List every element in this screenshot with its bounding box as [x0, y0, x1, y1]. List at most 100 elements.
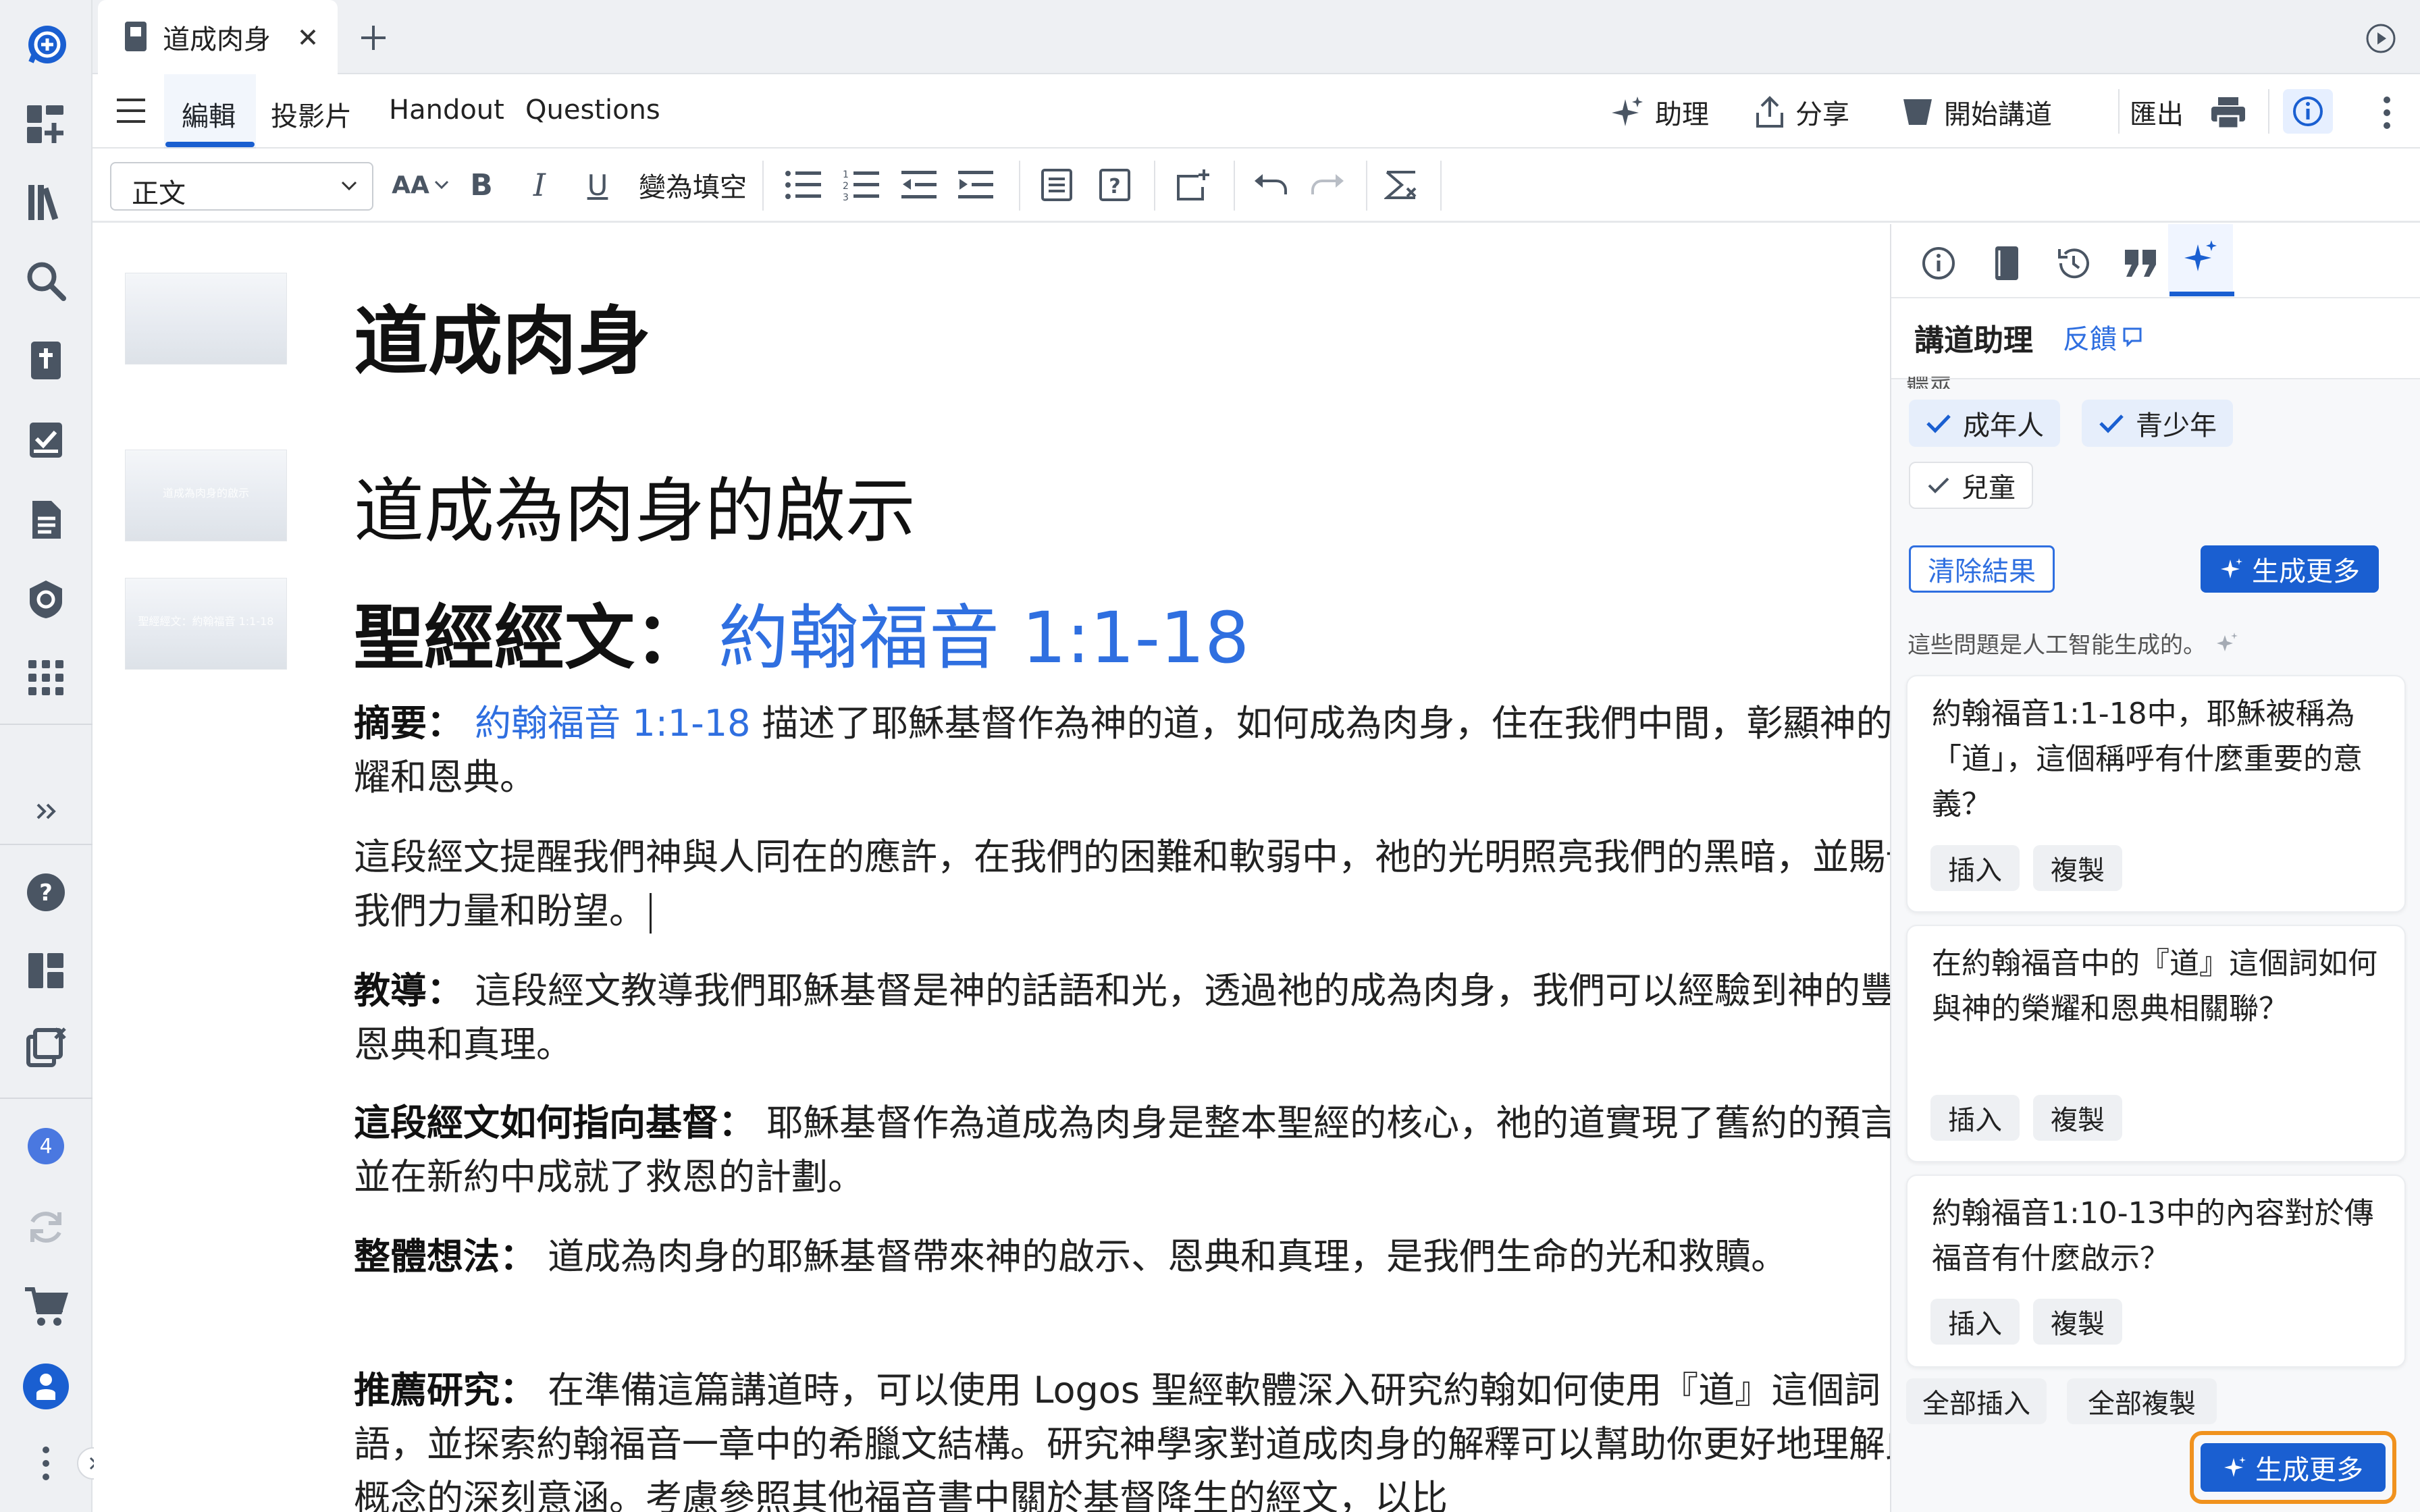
print-icon[interactable]	[2210, 96, 2246, 130]
panel-tab-book[interactable]	[1974, 236, 2038, 290]
insert-all-button[interactable]: 全部插入	[1906, 1378, 2047, 1424]
scripture-heading[interactable]: 聖經經文： 約翰福音 1:1-18	[354, 580, 1249, 682]
slide-thumbnail[interactable]	[125, 273, 287, 364]
bold-button[interactable]: B	[460, 163, 503, 207]
panel-tab-quotes[interactable]	[2109, 236, 2174, 290]
audience-chip-children[interactable]: 兒童	[1909, 462, 2033, 509]
cart-icon[interactable]	[20, 1281, 72, 1332]
generate-more-label: 生成更多	[2255, 1455, 2363, 1486]
divider	[762, 161, 764, 211]
share-label: 分享	[1795, 99, 1849, 130]
close-layout-icon[interactable]	[20, 1022, 72, 1073]
share-button[interactable]: 分享	[1755, 92, 1849, 132]
active-panel-tab-indicator	[2169, 292, 2234, 296]
tab-handout[interactable]: Handout	[389, 94, 504, 126]
bible-icon[interactable]	[20, 335, 72, 386]
panel-tab-history[interactable]	[2041, 236, 2106, 290]
redo-button[interactable]	[1307, 163, 1350, 207]
quote-icon	[2125, 250, 2156, 277]
block-button[interactable]	[1035, 163, 1078, 207]
slide-caption: 道成為肉身的啟示	[162, 487, 249, 500]
more-options-icon[interactable]	[2380, 94, 2394, 131]
apps-grid-icon[interactable]	[20, 652, 72, 703]
sermon-subtitle[interactable]: 道成為肉身的啟示	[354, 454, 916, 556]
big-idea-paragraph[interactable]: 整體想法： 道成為肉身的耶穌基督帶來神的啟示、恩典和真理，是我們生命的光和救贖。	[354, 1230, 1947, 1284]
library-icon[interactable]	[20, 177, 72, 228]
account-avatar-icon[interactable]	[20, 1361, 72, 1412]
summary-scripture-link[interactable]: 約翰福音 1:1-18	[475, 702, 750, 745]
help-icon[interactable]: ?	[20, 867, 72, 918]
indent-button[interactable]	[954, 163, 997, 207]
insert-button[interactable]: 插入	[1930, 1095, 2020, 1141]
add-slide-button[interactable]	[1172, 163, 1215, 207]
dashboard-add-icon[interactable]	[20, 99, 72, 150]
study-paragraph[interactable]: 推薦研究： 在準備這篇講道時，可以使用 Logos 聖經軟體深入研究約翰如何使用…	[354, 1364, 1947, 1512]
clear-format-icon	[1384, 171, 1417, 199]
insert-button[interactable]: 插入	[1930, 845, 2020, 891]
insert-button[interactable]: 插入	[1930, 1299, 2020, 1345]
info-icon	[2293, 97, 2323, 126]
italic-button[interactable]: I	[518, 163, 561, 207]
tab-questions[interactable]: Questions	[525, 94, 660, 126]
menu-bar: 編輯 投影片 Handout Questions 助理 分享 開始講道 匯出	[93, 74, 2420, 148]
tab-title: 道成肉身	[163, 24, 271, 55]
start-preaching-button[interactable]: 開始講道	[1902, 92, 2052, 132]
generate-more-bottom-button[interactable]: 生成更多	[2201, 1443, 2386, 1492]
panel-tab-assistant[interactable]	[2168, 224, 2233, 292]
font-size-button[interactable]: AA	[388, 163, 453, 207]
assistant-button[interactable]: 助理	[1610, 92, 1709, 132]
sparkle-icon	[1612, 97, 1643, 126]
christ-paragraph[interactable]: 這段經文如何指向基督： 耶穌基督作為道成為肉身是整本聖經的核心，祂的道實現了舊約…	[354, 1096, 1947, 1204]
summary-paragraph[interactable]: 摘要： 約翰福音 1:1-18 描述了耶穌基督作為神的道，如何成為肉身，住在我們…	[354, 697, 1947, 805]
copy-label: 複製	[2051, 1105, 2105, 1136]
undo-button[interactable]	[1248, 163, 1292, 207]
checklist-icon[interactable]	[20, 414, 72, 466]
question-block-button[interactable]: ?	[1093, 163, 1136, 207]
document-tab[interactable]: 道成肉身	[98, 0, 338, 74]
audience-chip-adults[interactable]: 成年人	[1909, 400, 2060, 447]
new-tab-plus-icon[interactable]	[360, 24, 387, 51]
export-button[interactable]: 匯出	[2120, 92, 2194, 132]
copy-all-button[interactable]: 全部複製	[2067, 1378, 2217, 1424]
generate-more-label: 生成更多	[2252, 556, 2360, 587]
generate-more-button[interactable]: 生成更多	[2201, 545, 2379, 593]
slide-thumbnail[interactable]: 聖經經文：約翰福音 1:1-18	[125, 578, 287, 670]
divider	[1891, 297, 2420, 298]
expand-sidebar-icon[interactable]	[20, 786, 72, 837]
copy-button[interactable]: 複製	[2033, 1095, 2122, 1141]
paragraph-style-select[interactable]: 正文	[110, 162, 373, 211]
underline-button[interactable]: U	[576, 163, 619, 207]
document-icon[interactable]	[20, 494, 72, 545]
question-card: 在約翰福音中的『道』這個詞如何與神的榮耀和恩典相關聯？ 插入 複製	[1906, 925, 2406, 1162]
hamburger-menu-icon[interactable]	[115, 97, 147, 124]
tab-slides[interactable]: 投影片	[271, 94, 352, 134]
sync-icon[interactable]	[20, 1202, 72, 1253]
clear-formatting-button[interactable]	[1379, 163, 1423, 207]
feedback-link[interactable]: 反饋	[2063, 317, 2142, 356]
info-toggle-button[interactable]	[2283, 89, 2333, 134]
play-circle-icon[interactable]	[2365, 23, 2396, 54]
search-icon[interactable]	[20, 255, 72, 306]
close-tab-icon[interactable]	[298, 27, 318, 47]
layout-icon[interactable]	[20, 945, 72, 996]
more-vertical-icon[interactable]	[20, 1438, 72, 1489]
sermon-editor[interactable]: 道成為肉身的啟示 聖經經文：約翰福音 1:1-18 道成肉身 道成為肉身的啟示 …	[94, 224, 1933, 1512]
clear-results-button[interactable]: 清除結果	[1909, 545, 2055, 593]
slide-thumbnail[interactable]: 道成為肉身的啟示	[125, 450, 287, 541]
bullet-list-button[interactable]	[781, 163, 824, 207]
copy-button[interactable]: 複製	[2033, 1299, 2122, 1345]
notification-badge[interactable]: 4	[20, 1120, 72, 1172]
teaching-paragraph[interactable]: 教導： 這段經文教導我們耶穌基督是神的話語和光，透過祂的成為肉身，我們可以經驗到…	[354, 964, 1947, 1072]
outdent-button[interactable]	[897, 163, 941, 207]
audience-chip-youth[interactable]: 青少年	[2082, 400, 2233, 447]
badge-shield-icon[interactable]	[20, 574, 72, 625]
panel-tab-info[interactable]	[1906, 236, 1971, 290]
sermon-title[interactable]: 道成肉身	[354, 281, 651, 389]
reminder-paragraph[interactable]: 這段經文提醒我們神與人同在的應許，在我們的困難和軟弱中，祂的光明照亮我們的黑暗，…	[354, 830, 1947, 938]
numbered-list-button[interactable]: 123	[839, 163, 883, 207]
insert-label: 插入	[1948, 1105, 2002, 1136]
logos-search-logo-icon[interactable]	[20, 20, 72, 72]
copy-button[interactable]: 複製	[2033, 845, 2122, 891]
fill-in-blank-button[interactable]: 變為填空	[637, 163, 749, 207]
scripture-link[interactable]: 約翰福音 1:1-18	[718, 597, 1249, 679]
